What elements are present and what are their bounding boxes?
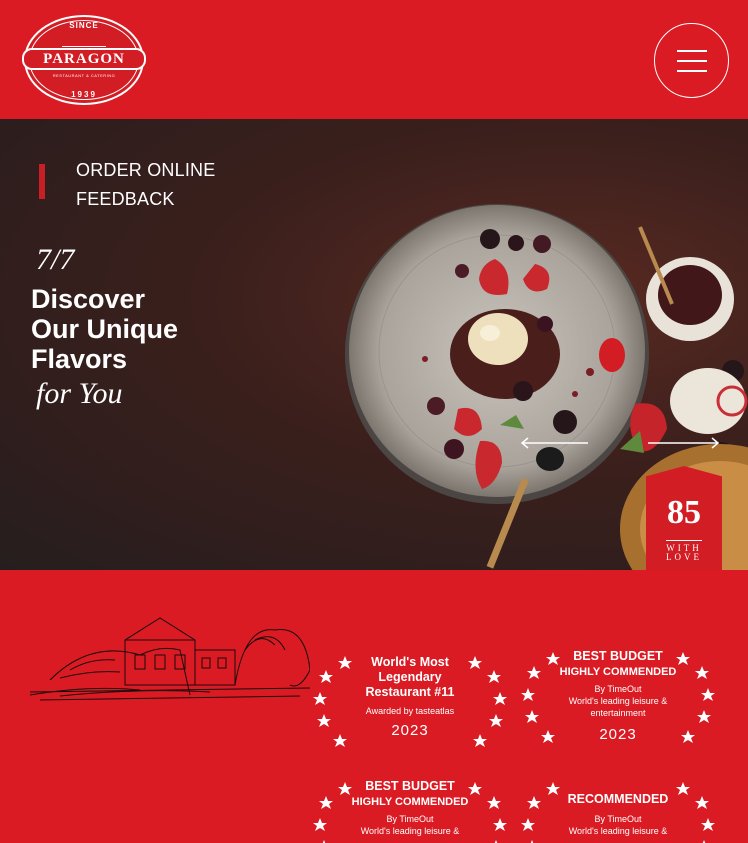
hero-script-text: for You: [36, 377, 123, 410]
logo-year-text: 1939: [71, 90, 97, 99]
award-detail: World's leading leisure &: [360, 826, 460, 836]
arrow-left-icon[interactable]: [520, 437, 590, 449]
hero-open-days: 7/7: [36, 243, 75, 276]
paragon-logo[interactable]: SINCE PARAGON RESTAURANT & CATERING 1939: [22, 15, 146, 105]
restaurant-building-sketch: [30, 617, 310, 701]
logo-brand-name: PARAGON: [43, 51, 125, 67]
award-title: Restaurant #11: [365, 685, 455, 699]
award-title: World's Most: [371, 655, 449, 669]
hero-banner: ORDER ONLINE FEEDBACK 7/7 Discover Our U…: [0, 119, 748, 570]
award-title: RECOMMENDED: [567, 792, 669, 806]
badge-love-text: LOVE: [666, 552, 702, 562]
logo-since-text: SINCE: [69, 21, 99, 30]
badge-number: 85: [667, 494, 701, 531]
hero-title-line: Discover: [31, 284, 146, 314]
award-year: 2023: [391, 722, 429, 739]
award-subtitle: HIGHLY COMMENDED: [351, 796, 469, 808]
menu-button[interactable]: [654, 23, 729, 98]
award-year: 2023: [599, 726, 637, 743]
hero-title-line: Our Unique: [31, 314, 178, 344]
award-title: Legendary: [378, 670, 442, 684]
anniversary-badge: 85 WITH LOVE: [646, 466, 722, 570]
site-header: SINCE PARAGON RESTAURANT & CATERING 1939: [0, 0, 748, 119]
arrow-right-icon[interactable]: [646, 437, 720, 449]
award-badge: BEST BUDGET HIGHLY COMMENDED By TimeOut …: [310, 774, 510, 843]
award-title: BEST BUDGET: [365, 779, 455, 793]
award-source: Awarded by tasteatlas: [365, 706, 455, 716]
hero-title-line: Flavors: [31, 344, 128, 374]
logo-subtitle: RESTAURANT & CATERING: [52, 73, 116, 78]
hero-accent-bar: [39, 164, 45, 199]
award-title: BEST BUDGET: [573, 649, 663, 663]
logo-building-icon: [62, 33, 106, 47]
awards-section: World's Most Legendary Restaurant #11 Aw…: [0, 570, 748, 843]
award-source: By TimeOut: [386, 814, 434, 824]
award-badge: RECOMMENDED By TimeOut World's leading l…: [518, 774, 718, 843]
award-source: By TimeOut: [594, 814, 642, 824]
award-badge: BEST BUDGET HIGHLY COMMENDED By TimeOut …: [518, 644, 718, 754]
feedback-link[interactable]: FEEDBACK: [76, 189, 175, 210]
award-subtitle: HIGHLY COMMENDED: [559, 666, 677, 678]
hero-title: Discover Our Unique Flavors: [31, 284, 178, 374]
award-detail: World's leading leisure &: [568, 826, 668, 836]
badge-divider: [666, 540, 702, 541]
order-online-link[interactable]: ORDER ONLINE: [76, 160, 215, 181]
award-detail: World's leading leisure &: [568, 696, 668, 706]
award-detail: entertainment: [590, 708, 646, 718]
award-source: By TimeOut: [594, 684, 642, 694]
award-badge: World's Most Legendary Restaurant #11 Aw…: [310, 648, 510, 758]
